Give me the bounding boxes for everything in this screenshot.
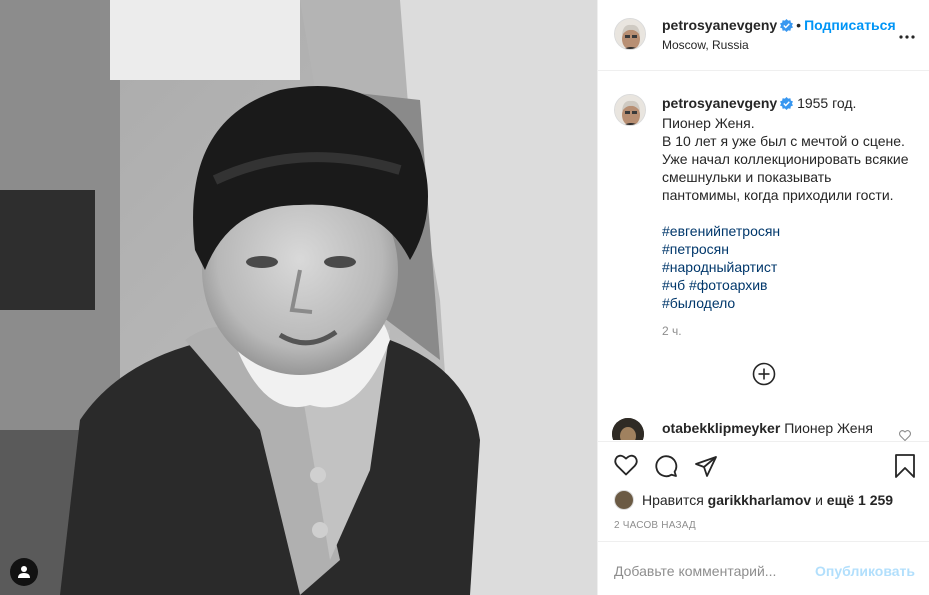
header-line: petrosyanevgeny • Подписаться — [662, 17, 896, 37]
likes-conj: и — [815, 492, 823, 508]
likes-summary: Нравится garikkharlamov и ещё 1 259 — [614, 490, 893, 510]
hashtag-link[interactable]: #былоделo — [662, 294, 912, 312]
post-side-panel: petrosyanevgeny • Подписаться Moscow, Russ… — [597, 0, 929, 595]
add-comment-box: Добавьте комментарий... Опубликовать — [598, 541, 929, 595]
hashtag-link[interactable]: #чб #фотоархив — [662, 276, 912, 294]
save-button[interactable] — [894, 454, 916, 483]
like-button[interactable] — [614, 454, 638, 481]
commenter-avatar[interactable] — [612, 418, 644, 440]
hashtag-link[interactable]: #евгенийпетросян — [662, 222, 912, 240]
post-actions: Нравится garikkharlamov и ещё 1 259 2 ча… — [598, 441, 929, 541]
caption-author-avatar[interactable] — [614, 94, 646, 126]
verified-badge-icon — [780, 19, 794, 37]
add-comment-icon — [752, 362, 776, 386]
avatar-photo — [615, 95, 645, 125]
author-avatar[interactable] — [614, 18, 646, 50]
comment-text: Пионер Женя — [784, 420, 873, 436]
hashtag-link[interactable]: #петросян — [662, 240, 912, 258]
caption-hashtags: #евгенийпетросян #петросян #народныйарти… — [662, 222, 912, 312]
bookmark-icon — [895, 454, 915, 478]
commenter-username[interactable]: otabekklipmeyker — [662, 420, 780, 436]
liker-username[interactable]: garikkharlamov — [708, 492, 812, 508]
comment-item: otabekklipmeyker Пионер Женя — [612, 418, 912, 440]
caption-timestamp[interactable]: 2 ч. — [662, 324, 682, 338]
comment-button[interactable] — [654, 454, 678, 483]
user-tag-button[interactable] — [10, 558, 38, 586]
post-caption: petrosyanevgeny 1955 год. Пионер Женя. В… — [662, 94, 912, 312]
more-options-icon — [899, 35, 915, 39]
user-tag-icon — [18, 566, 30, 578]
load-more-comments-button[interactable] — [752, 362, 776, 391]
heart-icon — [898, 430, 912, 442]
post-photo-image — [0, 0, 597, 595]
comment-icon — [655, 455, 678, 478]
post-photo[interactable] — [0, 0, 597, 595]
heart-icon — [614, 454, 638, 476]
more-options-button[interactable] — [899, 26, 915, 44]
caption-first-line: 1955 год. — [797, 95, 857, 111]
liker-avatar[interactable] — [614, 490, 634, 510]
share-button[interactable] — [694, 454, 718, 483]
hashtag-link[interactable]: #народныйартист — [662, 258, 912, 276]
verified-badge-icon — [780, 96, 794, 114]
caption-author-username[interactable]: petrosyanevgeny — [662, 95, 777, 111]
share-icon — [695, 456, 717, 477]
post-time-ago[interactable]: 2 часов назад — [614, 520, 696, 531]
avatar-photo — [612, 418, 644, 440]
author-username[interactable]: petrosyanevgeny — [662, 17, 777, 33]
avatar-photo — [615, 19, 645, 49]
likes-prefix: Нравится — [642, 492, 704, 508]
follow-button[interactable]: Подписаться — [804, 17, 896, 33]
caption-text: Пионер Женя. В 10 лет я уже был с мечтой… — [662, 115, 909, 203]
post-header: petrosyanevgeny • Подписаться Moscow, Russ… — [598, 0, 929, 71]
likes-count[interactable]: ещё 1 259 — [827, 492, 893, 508]
post-location[interactable]: Moscow, Russia — [662, 38, 749, 52]
comment-body: otabekklipmeyker Пионер Женя — [662, 420, 873, 436]
comment-input[interactable]: Добавьте комментарий... — [614, 563, 776, 579]
publish-button[interactable]: Опубликовать — [815, 563, 915, 579]
separator-dot: • — [796, 17, 802, 33]
